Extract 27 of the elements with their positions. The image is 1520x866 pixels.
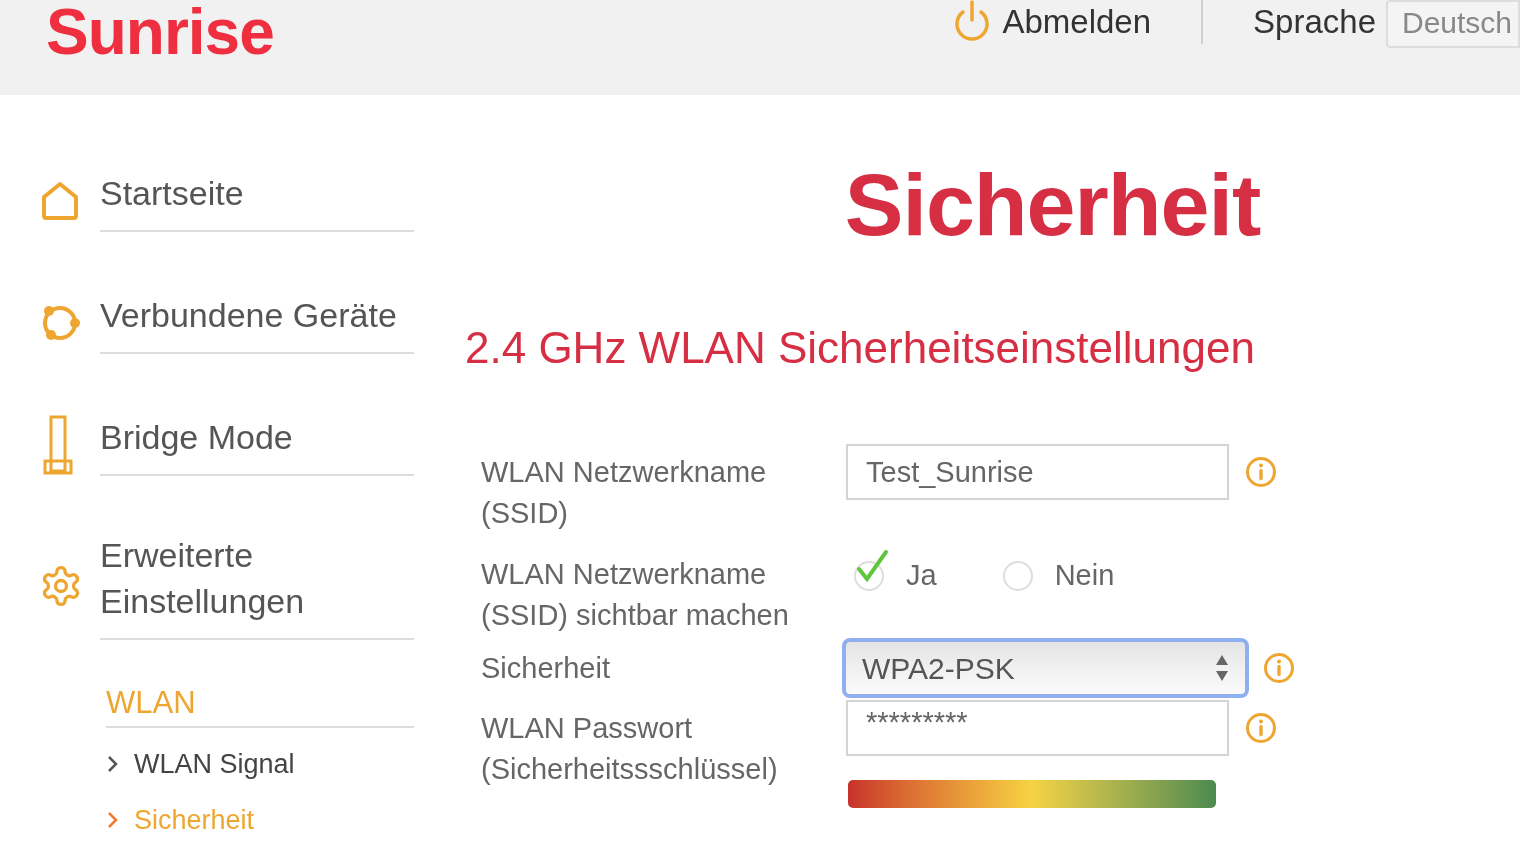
radio-button[interactable] [1002, 560, 1033, 591]
home-icon [39, 180, 81, 222]
info-icon[interactable] [1245, 712, 1277, 744]
page-title: Sicherheit [844, 154, 1261, 256]
nav-item[interactable]: Verbundene Geräte [100, 292, 414, 338]
chevron-icon [106, 810, 120, 830]
nav-item[interactable]: Startseite [100, 170, 414, 216]
nav-item[interactable]: Bridge Mode [100, 414, 414, 460]
radio-label: Nein [1054, 558, 1115, 593]
field-label: WLAN Netzwerkname (SSID) sichtbar machen [481, 557, 790, 633]
section-heading: 2.4 GHz WLAN Sicherheitseinstellungen [465, 322, 1256, 374]
field-label: WLAN Netzwerkname (SSID) [481, 455, 768, 531]
radio-label: Ja [906, 558, 937, 593]
nav-item[interactable]: Erweiterte Einstellungen [100, 532, 340, 624]
field-label: WLAN Passwort (Sicherheitssschlüssel) [481, 711, 779, 787]
info-icon[interactable] [1245, 456, 1277, 488]
security-select[interactable]: WPA2-PSK [842, 638, 1249, 698]
chevron-icon [106, 754, 120, 774]
language-label: Sprache [1253, 2, 1376, 42]
submenu-item[interactable]: WLAN Signal [134, 744, 295, 784]
password-field[interactable]: ********* [846, 700, 1229, 756]
field-label: Sicherheit [481, 650, 611, 686]
logout-button[interactable]: Abmelden [952, 0, 1152, 44]
logo[interactable]: Sunrise [46, 0, 274, 64]
updown-icon [1215, 653, 1229, 683]
info-icon[interactable] [1263, 652, 1295, 684]
ssid-field[interactable]: Test_Sunrise [846, 444, 1229, 500]
